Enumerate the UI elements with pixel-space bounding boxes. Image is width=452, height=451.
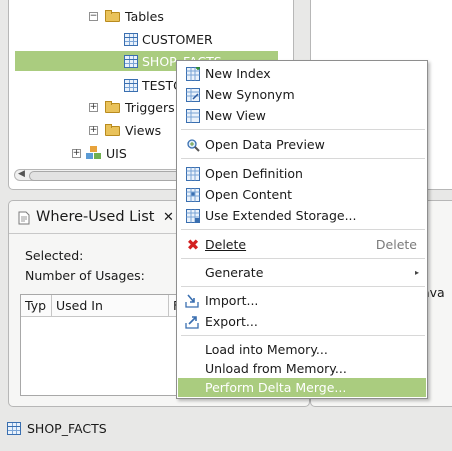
status-selection: SHOP_FACTS	[27, 421, 107, 436]
menu-separator	[181, 229, 425, 230]
menu-item-label: Perform Delta Merge...	[205, 380, 347, 395]
menu-item-new-synonym[interactable]: New Synonym	[178, 85, 426, 104]
submenu-arrow-icon: ▸	[414, 268, 419, 277]
table-icon	[7, 422, 21, 435]
menu-item-label: Load into Memory...	[205, 342, 328, 357]
menu-separator	[181, 258, 425, 259]
tree-node-label: Triggers	[125, 99, 175, 115]
export-icon	[185, 314, 201, 329]
menu-item-new-index[interactable]: New Index	[178, 64, 426, 83]
tree-node-views[interactable]: + Views	[89, 120, 161, 140]
menu-item-delete[interactable]: ✖ Delete Delete	[178, 235, 426, 254]
table-icon	[124, 78, 138, 92]
expand-icon[interactable]: +	[72, 148, 81, 158]
menu-item-label: Open Definition	[205, 166, 303, 181]
new-view-icon	[185, 108, 201, 123]
schema-icon	[86, 146, 102, 160]
menu-item-export[interactable]: Export...	[178, 312, 426, 331]
menu-item-perform-delta-merge[interactable]: Perform Delta Merge...	[178, 378, 426, 397]
menu-item-label: Use Extended Storage...	[205, 208, 357, 223]
expand-icon[interactable]: +	[89, 102, 98, 112]
folder-icon	[105, 101, 121, 113]
folder-icon	[105, 124, 121, 136]
table-definition-icon	[185, 166, 201, 181]
table-icon	[124, 32, 138, 46]
menu-item-label: Export...	[205, 314, 258, 329]
tree-node-label: UIS	[106, 145, 127, 161]
scroll-left-icon[interactable]: ◀	[18, 169, 25, 179]
menu-item-label: Open Content	[205, 187, 293, 202]
table-content-icon	[185, 187, 201, 202]
menu-separator	[181, 286, 425, 287]
table-icon	[124, 54, 138, 68]
new-index-icon	[185, 66, 201, 81]
extended-storage-icon	[185, 208, 201, 223]
context-menu: New Index New Synonym New View Open Data…	[176, 60, 428, 399]
tree-node-triggers[interactable]: + Triggers	[89, 97, 175, 117]
menu-item-shortcut: Delete	[375, 237, 417, 252]
tree-node-uis[interactable]: + UIS	[72, 143, 127, 163]
menu-item-label: Import...	[205, 293, 259, 308]
document-icon	[18, 211, 30, 225]
menu-separator	[181, 335, 425, 336]
menu-item-label: New Index	[205, 66, 271, 81]
column-header-type[interactable]: Typ	[21, 295, 52, 316]
menu-item-new-view[interactable]: New View	[178, 106, 426, 125]
menu-item-label: Delete	[205, 237, 247, 252]
collapse-icon[interactable]: −	[89, 11, 98, 21]
delete-x-icon: ✖	[186, 235, 200, 254]
new-synonym-icon	[185, 87, 201, 102]
menu-item-use-extended-storage[interactable]: Use Extended Storage...	[178, 206, 426, 225]
tree-node-label: Views	[125, 122, 162, 138]
menu-item-generate[interactable]: Generate ▸	[178, 263, 426, 282]
menu-item-label: Generate	[205, 265, 264, 280]
tree-node-label: Tables	[125, 8, 164, 24]
menu-item-label: New View	[205, 108, 266, 123]
selected-label: Selected:	[25, 248, 84, 263]
status-bar: SHOP_FACTS	[0, 410, 452, 451]
menu-item-open-content[interactable]: Open Content	[178, 185, 426, 204]
menu-item-open-definition[interactable]: Open Definition	[178, 164, 426, 183]
tree-node-tables[interactable]: − Tables	[89, 6, 164, 26]
tree-node-testo[interactable]: TESTO	[124, 75, 183, 95]
menu-separator	[181, 158, 425, 159]
import-icon	[185, 293, 201, 308]
menu-item-load-into-memory[interactable]: Load into Memory...	[178, 340, 426, 359]
tree-node-label: CUSTOMER	[142, 31, 213, 47]
folder-icon	[105, 10, 121, 22]
menu-item-label: New Synonym	[205, 87, 295, 102]
tree-node-customer[interactable]: CUSTOMER	[124, 29, 213, 49]
panel-title: Where-Used List	[36, 209, 155, 225]
menu-item-open-data-preview[interactable]: Open Data Preview	[178, 135, 426, 154]
menu-item-label: Unload from Memory...	[205, 361, 347, 376]
menu-item-unload-from-memory[interactable]: Unload from Memory...	[178, 359, 426, 378]
expand-icon[interactable]: +	[89, 125, 98, 135]
menu-item-import[interactable]: Import...	[178, 291, 426, 310]
scrollbar-thumb[interactable]	[29, 171, 181, 181]
menu-separator	[181, 129, 425, 130]
data-preview-icon	[185, 137, 201, 152]
close-tab-icon[interactable]: ✕	[163, 210, 174, 225]
column-header-used-in[interactable]: Used In	[52, 295, 169, 316]
menu-item-label: Open Data Preview	[205, 137, 325, 152]
usages-label: Number of Usages:	[25, 268, 145, 283]
